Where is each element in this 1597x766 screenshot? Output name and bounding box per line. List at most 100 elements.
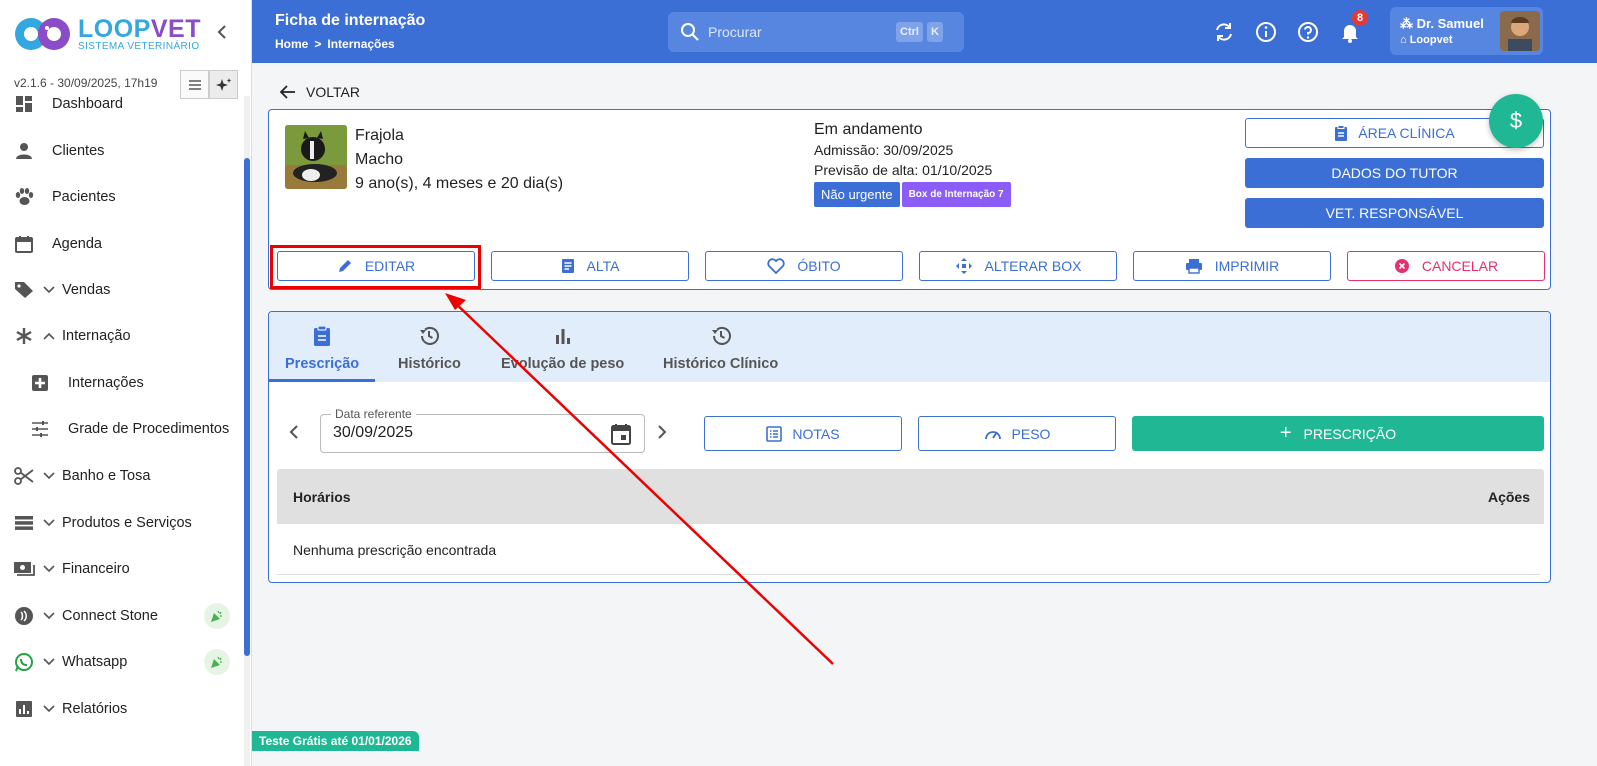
back-button[interactable]: VOLTAR [280,84,360,100]
logo: LOOPVET SISTEMA VETERINÁRIO [14,16,201,52]
add-prescription-button[interactable]: + PRESCRIÇÃO [1132,416,1544,451]
building-icon: ⌂ [1400,34,1410,46]
collapse-sidebar-icon[interactable] [212,22,232,42]
arrow-left-icon [280,85,296,99]
sidebar-item-label: Grade de Procedimentos [68,421,230,437]
plus-icon: + [1279,422,1292,444]
users-icon: ⁂ [1400,16,1417,31]
sidebar-item-label: Dashboard [52,96,123,112]
document-icon [561,258,575,274]
previous-date-icon[interactable] [289,424,299,440]
tab-historico-clinico[interactable]: Histórico Clínico [663,322,778,382]
patient-card: Frajola Macho 9 ano(s), 4 meses e 20 dia… [268,94,1551,290]
user-menu[interactable]: ⁂ Dr. Samuel ⌂ Loopvet [1390,7,1543,55]
printer-icon [1185,258,1203,274]
sidebar-item-label: Pacientes [52,189,116,205]
sidebar-item-label: Produtos e Serviços [62,515,192,531]
sidebar-item-internacoes[interactable]: Internações [0,363,240,403]
sidebar-item-label: Banho e Tosa [62,468,151,484]
sidebar-item-relatorios[interactable]: Relatórios [0,689,240,729]
sidebar: LOOPVET SISTEMA VETERINÁRIO v2.1.6 - 30/… [0,0,252,766]
weight-button[interactable]: PESO [918,416,1116,451]
notes-list-icon [766,425,783,442]
notes-button[interactable]: NOTAS [704,416,902,451]
weight-label: PESO [1011,425,1051,442]
tab-evolucao-peso[interactable]: Evolução de peso [501,322,624,382]
breadcrumb-separator: > [314,37,322,51]
trial-badge: Teste Grátis até 01/01/2026 [252,731,419,751]
reference-date-input[interactable] [333,424,583,442]
tab-historico[interactable]: Histórico [398,322,461,382]
sidebar-item-produtos-servicos[interactable]: Produtos e Serviços [0,503,240,543]
reference-date-field[interactable]: Data referente [320,407,645,453]
chevron-down-icon [42,565,56,573]
next-date-icon[interactable] [657,424,667,440]
tab-bar: Prescrição Histórico Evolução de peso Hi… [269,312,1550,382]
sidebar-item-label: Internação [62,328,131,344]
sidebar-item-label: Relatórios [62,701,128,717]
calendar-icon[interactable] [611,423,631,445]
search-icon [680,22,700,42]
box-badge: Box de Internação 7 [901,182,1011,207]
sidebar-item-agenda[interactable]: Agenda [0,224,240,264]
breadcrumb-internacoes[interactable]: Internações [327,37,394,51]
sidebar-item-grade-procedimentos[interactable]: Grade de Procedimentos [0,409,240,449]
chevron-up-icon [42,332,56,340]
sidebar-item-pacientes[interactable]: Pacientes [0,177,240,217]
search-input[interactable] [708,24,888,40]
search-bar[interactable]: Ctrl K [668,12,964,52]
print-button[interactable]: IMPRIMIR [1133,251,1331,281]
responsible-vet-label: VET. RESPONSÁVEL [1325,205,1464,221]
sidebar-item-vendas[interactable]: Vendas [0,270,240,310]
bell-icon[interactable]: 8 [1338,10,1369,44]
responsible-vet-button[interactable]: VET. RESPONSÁVEL [1245,198,1544,228]
sidebar-item-whatsapp[interactable]: Whatsapp [0,642,240,682]
reference-date-label: Data referente [331,407,416,421]
edit-button[interactable]: EDITAR [277,251,475,281]
prescription-table-header: Horários Ações [277,469,1544,524]
sidebar-item-label: Agenda [52,236,102,252]
notes-label: NOTAS [792,425,840,442]
empty-message: Nenhuma prescrição encontrada [293,542,497,558]
avatar [1500,11,1540,51]
pet-photo [285,125,347,189]
tutor-data-button[interactable]: DADOS DO TUTOR [1245,158,1544,188]
tab-label: Prescrição [285,356,360,372]
breadcrumb-home[interactable]: Home [275,37,308,51]
sidebar-item-financeiro[interactable]: Financeiro [0,549,240,589]
sidebar-item-banho-tosa[interactable]: Banho e Tosa [0,456,240,496]
discharge-button[interactable]: ALTA [491,251,689,281]
sidebar-item-connect-stone[interactable]: Connect Stone [0,596,240,636]
financial-fab[interactable]: $ [1489,94,1543,148]
column-header-acoes: Ações [1487,489,1530,505]
breadcrumb: Home > Internações [275,37,401,51]
sliders-icon [28,420,52,438]
help-icon[interactable] [1296,20,1320,44]
info-icon[interactable] [1254,20,1278,44]
sidebar-item-clientes[interactable]: Clientes [0,131,240,171]
cancel-button[interactable]: CANCELAR [1347,251,1545,281]
tab-label: Histórico [398,356,461,372]
page-title: Ficha de internação [275,12,426,29]
notification-count-badge: 8 [1352,10,1369,26]
user-name: ⁂ Dr. Samuel [1400,16,1484,31]
sidebar-item-label: Financeiro [62,561,130,577]
change-box-label: ALTERAR BOX [984,258,1082,274]
tag-icon [12,281,36,299]
change-box-button[interactable]: ALTERAR BOX [919,251,1117,281]
sidebar-item-internacao[interactable]: Internação [0,316,240,356]
sidebar-scrollbar-thumb[interactable] [244,158,250,656]
cancel-label: CANCELAR [1421,258,1499,274]
death-label: ÓBITO [797,258,841,274]
add-prescription-label: PRESCRIÇÃO [1303,425,1397,442]
hospital-icon [28,374,52,392]
user-org: ⌂ Loopvet [1400,34,1453,46]
back-label: VOLTAR [306,84,360,100]
sidebar-item-label: Internações [68,375,144,391]
sync-icon[interactable] [1212,20,1236,44]
sidebar-item-dashboard[interactable]: Dashboard [0,84,240,124]
death-button[interactable]: ÓBITO [705,251,903,281]
tab-prescricao[interactable]: Prescrição [285,322,359,382]
tab-label: Histórico Clínico [663,356,779,372]
dollar-icon: $ [1509,108,1523,133]
